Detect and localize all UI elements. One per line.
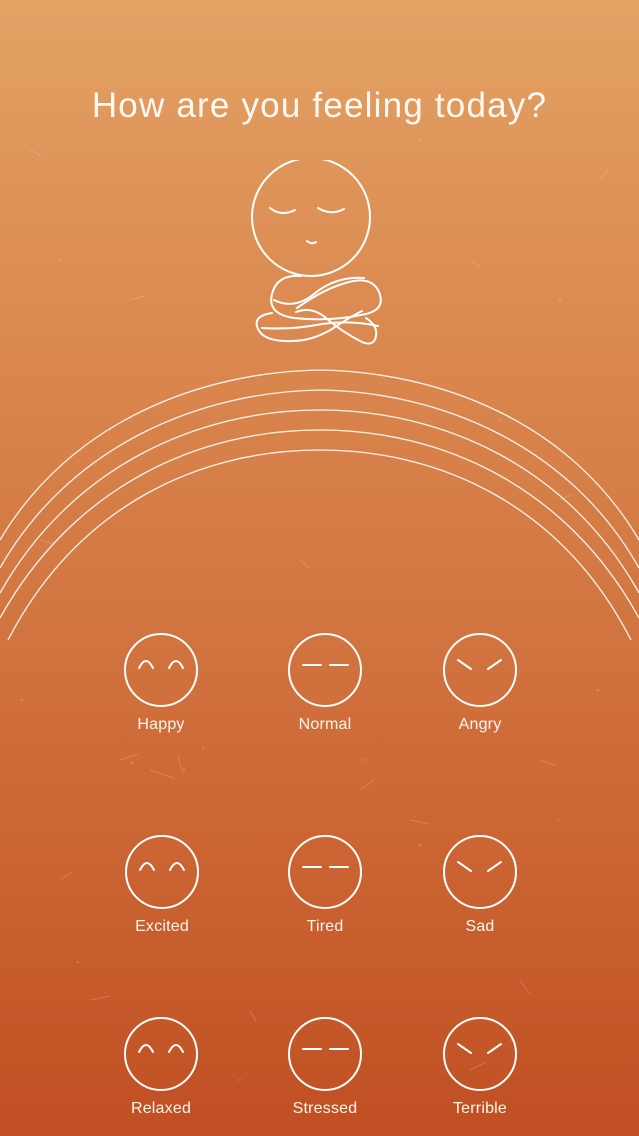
horizon-arcs bbox=[0, 369, 639, 640]
mood-happy[interactable]: Happy bbox=[101, 632, 221, 742]
mood-label-stressed: Stressed bbox=[292, 1100, 358, 1117]
terrible-face-icon bbox=[443, 1017, 517, 1091]
relaxed-face-icon bbox=[124, 1017, 198, 1091]
sad-face-icon bbox=[443, 835, 517, 909]
mood-stressed[interactable]: Stressed bbox=[265, 1016, 385, 1126]
meditating-person-icon bbox=[251, 160, 382, 345]
mood-label-normal: Normal bbox=[298, 716, 352, 733]
mood-relaxed[interactable]: Relaxed bbox=[101, 1016, 221, 1126]
angry-face-icon bbox=[443, 633, 517, 707]
mood-label-relaxed: Relaxed bbox=[130, 1100, 192, 1117]
mood-normal[interactable]: Normal bbox=[265, 632, 385, 742]
stressed-face-icon bbox=[288, 1017, 362, 1091]
mood-label-angry: Angry bbox=[458, 716, 502, 733]
excited-face-icon bbox=[125, 835, 199, 909]
happy-face-icon bbox=[124, 633, 198, 707]
neutral-face-icon bbox=[288, 633, 362, 707]
mood-terrible[interactable]: Terrible bbox=[420, 1016, 540, 1126]
mood-label-terrible: Terrible bbox=[452, 1100, 508, 1117]
tired-face-icon bbox=[288, 835, 362, 909]
page-title: How are you feeling today? bbox=[91, 86, 548, 125]
mood-angry[interactable]: Angry bbox=[420, 632, 540, 742]
mood-label-tired: Tired bbox=[306, 918, 344, 935]
mood-label-excited: Excited bbox=[135, 918, 189, 935]
mood-label-sad: Sad bbox=[465, 918, 495, 935]
mood-tired[interactable]: Tired bbox=[265, 834, 385, 944]
mood-label-happy: Happy bbox=[137, 716, 185, 733]
mood-excited[interactable]: Excited bbox=[102, 834, 222, 944]
mood-check-screen: How are you feeling today? Happy Normal … bbox=[0, 0, 639, 1136]
mood-sad[interactable]: Sad bbox=[420, 834, 540, 944]
